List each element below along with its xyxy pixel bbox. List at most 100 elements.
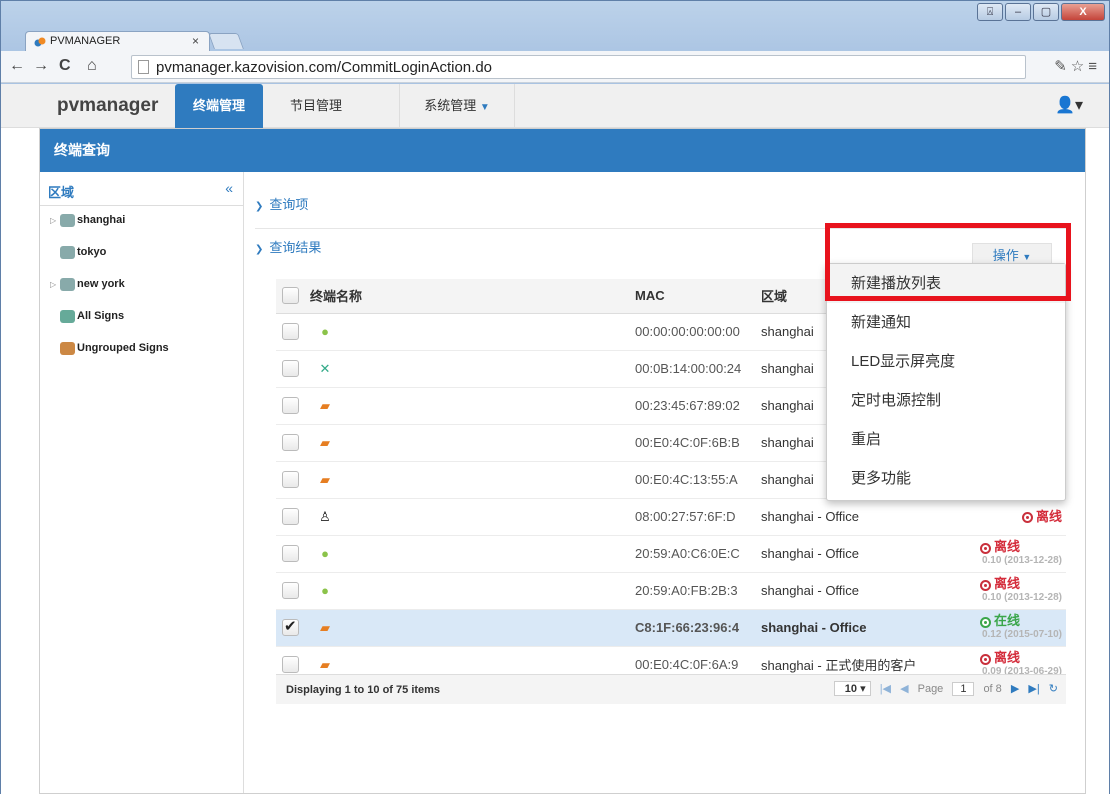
table-row[interactable]: ▰ C8:1F:66:23:96:4shanghai - Office 在线0.12… xyxy=(276,609,1066,647)
mac-cell: 00:0B:14:00:00:24 xyxy=(635,350,761,388)
sidebar-item-label: Ungrouped Signs xyxy=(77,342,169,354)
row-checkbox[interactable] xyxy=(282,617,299,637)
first-page-icon[interactable]: |◀ xyxy=(880,683,891,695)
divider xyxy=(255,228,1071,229)
page-size-select[interactable]: 10 ▾ xyxy=(833,681,871,696)
menu-item-1[interactable]: 新建播放列表 xyxy=(827,264,1065,303)
page-icon xyxy=(138,60,149,74)
top-navbar: pvmanager 终端管理 节目管理 系统管理 ▼ 👤▾ xyxy=(1,84,1109,128)
results-section-toggle[interactable]: ❯ 查询结果 xyxy=(255,237,321,256)
status-badge: 在线 0.12 (2015-07-10) xyxy=(979,614,1062,640)
page-label: Page xyxy=(917,683,944,695)
prev-page-icon[interactable]: ◀ xyxy=(900,683,908,695)
row-select-cell xyxy=(276,572,310,610)
col-mac[interactable]: MAC xyxy=(635,279,761,314)
region-text: shanghai - Office xyxy=(761,509,860,524)
new-tab-button[interactable] xyxy=(208,33,244,49)
sidebar-item-ungrouped-signs[interactable]: Ungrouped Signs xyxy=(40,334,243,366)
menu-item-2[interactable]: 新建通知 xyxy=(827,303,1065,342)
sidebar-item-all-signs[interactable]: All Signs xyxy=(40,302,243,334)
row-checkbox[interactable] xyxy=(282,360,299,378)
row-checkbox[interactable] xyxy=(282,656,299,674)
maximize-button[interactable]: ▢ xyxy=(1033,3,1059,21)
region-text: shanghai - 正式使用的客户 xyxy=(761,658,917,673)
android-icon: ● xyxy=(321,324,329,340)
pvmanager-favicon-icon xyxy=(34,37,46,47)
home-icon[interactable]: ⌂ xyxy=(87,57,97,75)
forward-icon[interactable]: → xyxy=(33,57,49,75)
terminal-name-cell: ▰ xyxy=(310,387,635,425)
android-icon: ● xyxy=(321,546,329,562)
col-terminal-name[interactable]: 终端名称 xyxy=(310,279,635,314)
mac-cell: 00:23:45:67:89:02 xyxy=(635,387,761,425)
last-page-icon[interactable]: ▶| xyxy=(1028,683,1039,695)
display-count: Displaying 1 to 10 of 75 items xyxy=(286,684,441,696)
back-icon[interactable]: ← xyxy=(9,57,25,75)
linux-icon: ♙ xyxy=(319,509,331,525)
chevron-down-icon: ❯ xyxy=(255,244,264,255)
status-text: 离线 xyxy=(993,650,1020,666)
select-all-checkbox[interactable] xyxy=(282,287,299,305)
pager-controls: 10 ▾ |◀ ◀ Page 1 of 8 ▶ ▶| ↻ xyxy=(828,681,1058,696)
row-select-cell xyxy=(276,350,310,388)
query-section-toggle[interactable]: ❯ 查询项 xyxy=(255,194,308,213)
browser-window: PVMANAGER × ⍓ ‒ ▢ X ← → C ⌂ pvmanager.ka… xyxy=(0,0,1110,794)
minimize-button[interactable]: ‒ xyxy=(1005,3,1031,21)
address-bar[interactable]: pvmanager.kazovision.com/CommitLoginActi… xyxy=(131,55,1026,79)
row-select-cell xyxy=(276,498,310,536)
row-checkbox[interactable] xyxy=(282,508,299,526)
row-checkbox[interactable] xyxy=(282,471,299,489)
version-text: 0.10 (2013-12-28) xyxy=(981,554,1062,566)
brand-logo[interactable]: pvmanager xyxy=(57,95,158,117)
panel-title: 终端查询 xyxy=(40,129,1085,172)
sidebar-item-new-york[interactable]: ▷ new york xyxy=(40,270,243,302)
table-row[interactable]: ● 20:59:A0:FB:2B:3 shanghai - Office 离线 0.10… xyxy=(276,572,1066,610)
status-dot-icon xyxy=(1021,512,1033,524)
region-cell: shanghai - Office 离线 0.10 (2013-12-28) xyxy=(761,535,1066,573)
region-text: shanghai xyxy=(761,324,814,339)
row-checkbox[interactable] xyxy=(282,545,299,563)
sidebar-item-shanghai[interactable]: ▷ shanghai xyxy=(40,206,243,238)
user-icon[interactable]: 👤▾ xyxy=(1055,95,1083,115)
table-row[interactable]: ● 20:59:A0:C6:0E:C shanghai - Office 离线 0.10… xyxy=(276,535,1066,573)
expand-arrow-icon[interactable]: ▷ xyxy=(50,280,56,289)
collapse-sidebar-icon[interactable]: « xyxy=(225,180,233,196)
nav-terminal-management[interactable]: 终端管理 xyxy=(175,84,263,128)
window-extra-button[interactable]: ⍓ xyxy=(977,3,1003,21)
mac-cell: 08:00:27:57:6F:D xyxy=(635,498,761,536)
url-text: pvmanager.kazovision.com/CommitLoginActi… xyxy=(156,59,492,76)
sidebar-item-label: shanghai xyxy=(77,214,126,226)
mac-cell: 00:E0:4C:13:55:A xyxy=(635,461,761,499)
row-checkbox[interactable] xyxy=(282,397,299,415)
nav-program-management[interactable]: 节目管理 xyxy=(277,84,355,128)
nav-system-management[interactable]: 系统管理 ▼ xyxy=(399,84,515,128)
terminal-name-cell: ♙ xyxy=(310,498,635,536)
menu-item-6[interactable]: 更多功能 xyxy=(827,459,1065,498)
row-select-cell xyxy=(276,461,310,499)
tab-close-icon[interactable]: × xyxy=(192,34,199,48)
operations-label: 操作 xyxy=(992,248,1019,263)
reload-icon[interactable]: C xyxy=(59,57,71,75)
table-row[interactable]: ♙ 08:00:27:57:6F:D shanghai - Office 离线 xyxy=(276,498,1066,536)
toolbar-icons[interactable]: ✎☆≡ xyxy=(1054,57,1101,75)
mac-cell: 20:59:A0:C6:0E:C xyxy=(635,535,761,573)
nav-system-label: 系统管理 xyxy=(424,98,477,113)
next-page-icon[interactable]: ▶ xyxy=(1011,683,1019,695)
sidebar-item-tokyo[interactable]: tokyo xyxy=(40,238,243,270)
menu-item-5[interactable]: 重启 xyxy=(827,420,1065,459)
refresh-icon[interactable]: ↻ xyxy=(1049,683,1058,695)
status-dot-icon xyxy=(979,653,991,665)
row-checkbox[interactable] xyxy=(282,582,299,600)
close-window-button[interactable]: X xyxy=(1061,3,1105,21)
menu-item-3[interactable]: LED显示屏亮度 xyxy=(827,342,1065,381)
select-all-cell xyxy=(276,279,310,314)
sidebar-item-label: tokyo xyxy=(77,246,107,258)
expand-arrow-icon[interactable]: ▷ xyxy=(50,216,56,225)
row-checkbox[interactable] xyxy=(282,323,299,341)
menu-item-4[interactable]: 定时电源控制 xyxy=(827,381,1065,420)
row-checkbox[interactable] xyxy=(282,434,299,452)
browser-tab[interactable]: PVMANAGER × xyxy=(25,31,210,51)
page-number-input[interactable]: 1 xyxy=(952,682,975,696)
chevron-down-icon: ▼ xyxy=(479,102,490,113)
row-select-cell xyxy=(276,387,310,425)
